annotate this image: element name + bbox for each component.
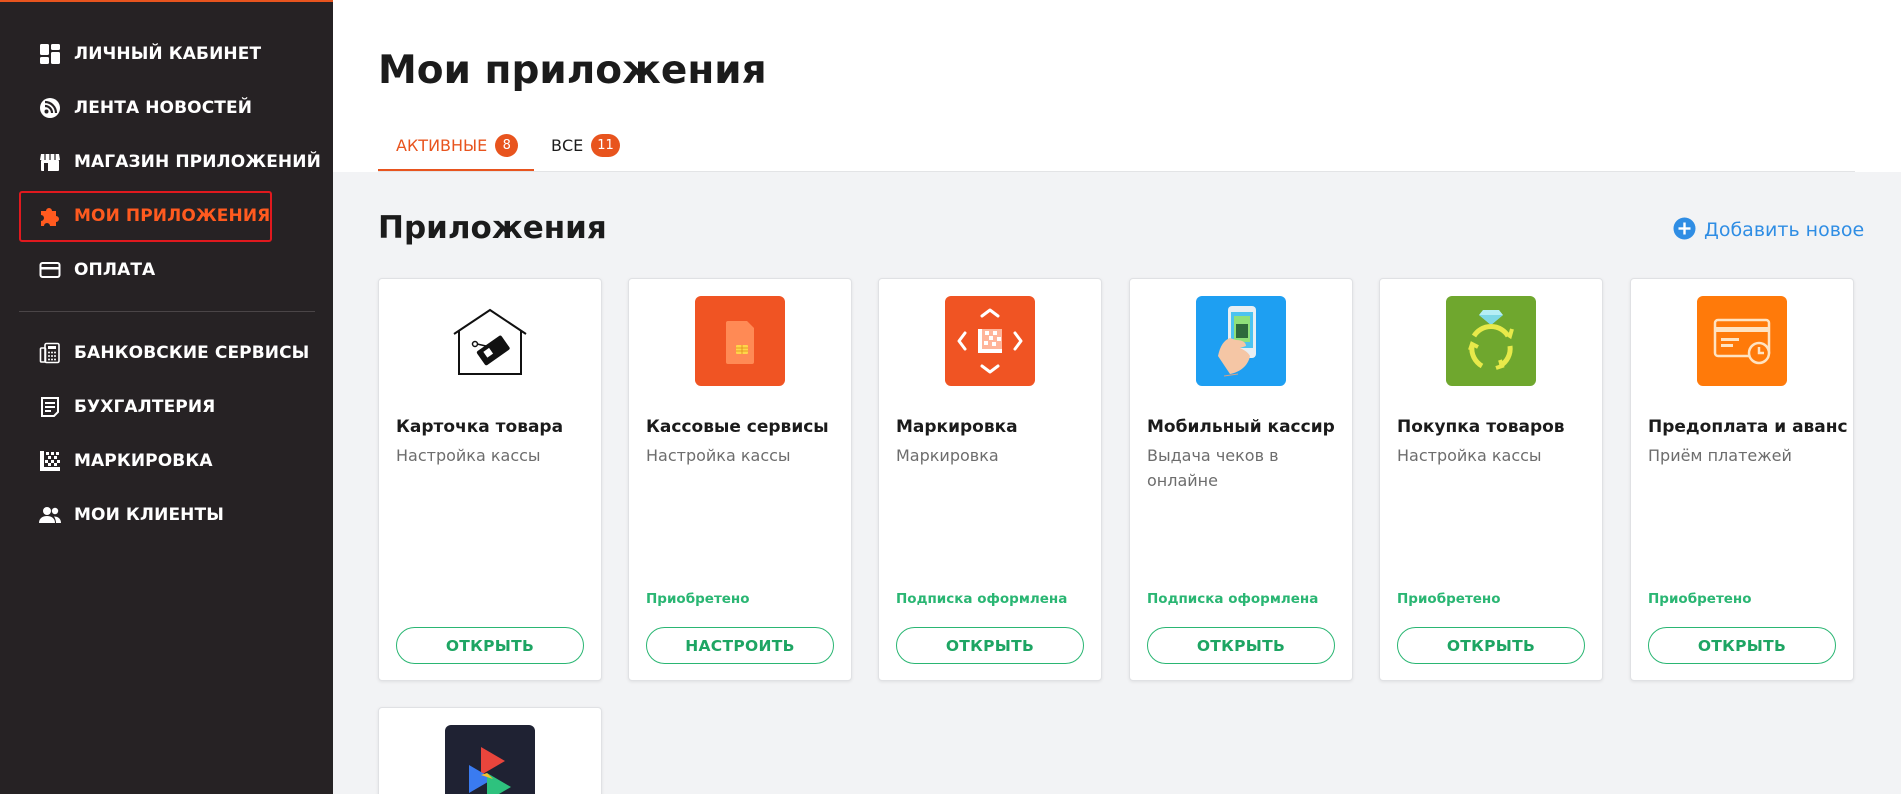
- tabs-divider: [378, 171, 1855, 172]
- colorful-triangles-logo-icon: [445, 725, 535, 794]
- configure-button[interactable]: НАСТРОИТЬ: [646, 627, 834, 664]
- tab-all[interactable]: ВСЕ 11: [551, 132, 620, 158]
- app-name: Мобильный кассир: [1147, 417, 1335, 437]
- sidebar-item-label: МОИ КЛИЕНТЫ: [74, 505, 224, 525]
- sidebar-item-my-apps[interactable]: МОИ ПРИЛОЖЕНИЯ: [38, 204, 270, 228]
- card-clock-icon: [1697, 296, 1787, 386]
- puzzle-icon: [38, 204, 62, 228]
- sidebar-item-label: БАНКОВСКИЕ СЕРВИСЫ: [74, 343, 310, 363]
- sidebar-item-personal-cabinet[interactable]: ЛИЧНЫЙ КАБИНЕТ: [38, 42, 261, 66]
- diamond-ring-cycle-icon: [1446, 296, 1536, 386]
- app-description: Настройка кассы: [1397, 446, 1542, 465]
- sidebar-item-app-store[interactable]: МАГАЗИН ПРИЛОЖЕНИЙ: [38, 150, 321, 174]
- tab-label: АКТИВНЫЕ: [396, 135, 488, 155]
- app-card-prepayment: Предоплата и аванс Приём платежей Приобр…: [1630, 278, 1854, 681]
- scan-datamatrix-icon: [945, 296, 1035, 386]
- plus-circle-icon: [1673, 217, 1696, 244]
- open-button[interactable]: ОТКРЫТЬ: [396, 627, 584, 664]
- sim-card-icon: [695, 296, 785, 386]
- app-description: Выдача чеков в онлайне: [1147, 446, 1279, 490]
- rss-icon: [38, 96, 62, 120]
- open-button[interactable]: ОТКРЫТЬ: [1397, 627, 1585, 664]
- open-button[interactable]: ОТКРЫТЬ: [1648, 627, 1836, 664]
- app-name: Кассовые сервисы: [646, 417, 829, 437]
- app-status: Подписка оформлена: [1147, 591, 1319, 607]
- sidebar: ЛИЧНЫЙ КАБИНЕТ ЛЕНТА НОВОСТЕЙ МАГАЗИН ПР…: [0, 0, 333, 794]
- app-description: Маркировка: [896, 446, 999, 465]
- sidebar-item-my-clients[interactable]: МОИ КЛИЕНТЫ: [38, 503, 224, 527]
- count-badge: 11: [591, 133, 620, 157]
- mobile-phone-hand-icon: [1196, 296, 1286, 386]
- app-card-cash-services: Кассовые сервисы Настройка кассы Приобре…: [628, 278, 852, 681]
- sidebar-item-label: МОИ ПРИЛОЖЕНИЯ: [74, 206, 271, 226]
- datamatrix-icon: [38, 449, 62, 473]
- app-card-purchase: Покупка товаров Настройка кассы Приобрет…: [1379, 278, 1603, 681]
- app-status: Приобретено: [1648, 591, 1752, 607]
- page-header: Мои приложения АКТИВНЫЕ 8 ВСЕ 11: [333, 0, 1901, 172]
- sidebar-item-accounting[interactable]: БУХГАЛТЕРИЯ: [38, 395, 215, 419]
- app-description: Настройка кассы: [396, 446, 541, 465]
- app-name: Покупка товаров: [1397, 417, 1565, 437]
- sidebar-item-payment[interactable]: ОПЛАТА: [38, 258, 155, 282]
- sidebar-item-bank-services[interactable]: БАНКОВСКИЕ СЕРВИСЫ: [38, 341, 309, 365]
- tab-label: ВСЕ: [551, 135, 584, 155]
- people-icon: [38, 503, 62, 527]
- app-card-mobile-cashier: Мобильный кассир Выдача чеков в онлайне …: [1129, 278, 1353, 681]
- sidebar-item-label: МАГАЗИН ПРИЛОЖЕНИЙ: [74, 152, 321, 172]
- credit-card-icon: [38, 258, 62, 282]
- sidebar-item-label: МАРКИРОВКА: [74, 451, 213, 471]
- app-status: Приобретено: [1397, 591, 1501, 607]
- app-card-marking: Маркировка Маркировка Подписка оформлена…: [878, 278, 1102, 681]
- store-icon: [38, 150, 62, 174]
- app-name: Карточка товара: [396, 417, 564, 437]
- product-card-house-icon: [445, 296, 535, 386]
- sidebar-item-label: БУХГАЛТЕРИЯ: [74, 397, 216, 417]
- bank-calculator-icon: [38, 341, 62, 365]
- sidebar-item-label: ОПЛАТА: [74, 260, 156, 280]
- sidebar-item-label: ЛЕНТА НОВОСТЕЙ: [74, 98, 253, 118]
- open-button[interactable]: ОТКРЫТЬ: [896, 627, 1084, 664]
- count-badge: 8: [495, 133, 519, 157]
- app-name: Маркировка: [896, 417, 1018, 437]
- app-status: Подписка оформлена: [896, 591, 1068, 607]
- app-name: Предоплата и аванс: [1648, 417, 1848, 437]
- sidebar-divider: [19, 311, 315, 312]
- sidebar-item-marking[interactable]: МАРКИРОВКА: [38, 449, 213, 473]
- add-new-label: Добавить новое: [1704, 219, 1865, 241]
- sidebar-top-accent-line: [0, 0, 333, 2]
- app-card-product-card: Карточка товара Настройка кассы ОТКРЫТЬ: [378, 278, 602, 681]
- add-new-app-button[interactable]: Добавить новое: [1673, 217, 1865, 244]
- app-description: Приём платежей: [1648, 446, 1792, 465]
- page-title: Мои приложения: [378, 48, 767, 93]
- open-button[interactable]: ОТКРЫТЬ: [1147, 627, 1335, 664]
- tab-active[interactable]: АКТИВНЫЕ 8: [396, 132, 519, 158]
- sidebar-item-news-feed[interactable]: ЛЕНТА НОВОСТЕЙ: [38, 96, 252, 120]
- sidebar-item-label: ЛИЧНЫЙ КАБИНЕТ: [74, 44, 262, 64]
- app-card-partial: [378, 707, 602, 794]
- accounting-document-icon: [38, 395, 62, 419]
- app-description: Настройка кассы: [646, 446, 791, 465]
- dashboard-icon: [38, 42, 62, 66]
- section-title: Приложения: [378, 210, 607, 246]
- app-status: Приобретено: [646, 591, 750, 607]
